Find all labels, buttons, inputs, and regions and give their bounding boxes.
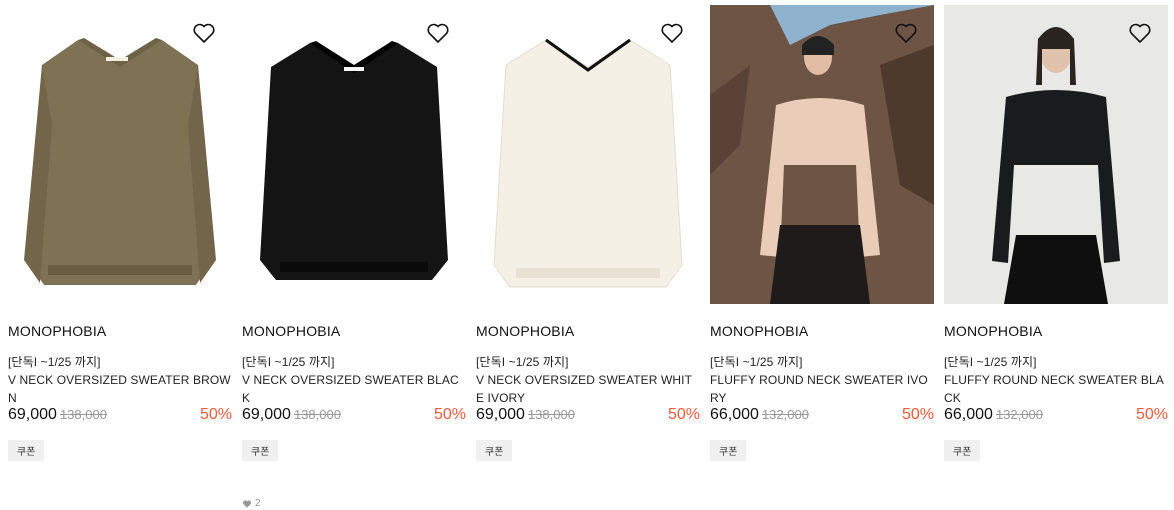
product-title[interactable]: [단독I ~1/25 까지] V NECK OVERSIZED SWEATER … — [242, 353, 466, 405]
heart-icon[interactable] — [894, 21, 918, 45]
original-price: 132,000 — [761, 407, 809, 422]
promo-tag: [단독I ~1/25 까지] — [476, 355, 569, 369]
coupon-badge: 쿠폰 — [8, 440, 45, 461]
discount-rate: 50% — [433, 406, 466, 423]
product-grid: MONOPHOBIA [단독I ~1/25 까지] V NECK OVERSIZ… — [0, 0, 1174, 509]
brand-name[interactable]: MONOPHOBIA — [476, 323, 700, 339]
like-count: 2 — [242, 498, 261, 509]
brand-name[interactable]: MONOPHOBIA — [8, 323, 232, 339]
coupon-badge: 쿠폰 — [242, 440, 279, 461]
heart-icon[interactable] — [660, 21, 684, 45]
original-price: 138,000 — [527, 407, 575, 422]
product-card[interactable]: MONOPHOBIA [단독I ~1/25 까지] V NECK OVERSIZ… — [242, 5, 466, 509]
product-name[interactable]: V NECK OVERSIZED SWEATER WHITE IVORY — [476, 373, 692, 405]
product-title[interactable]: [단독I ~1/25 까지] V NECK OVERSIZED SWEATER … — [8, 353, 232, 405]
brand-name[interactable]: MONOPHOBIA — [944, 323, 1168, 339]
sale-price: 69,000 — [476, 406, 525, 423]
product-name[interactable]: V NECK OVERSIZED SWEATER BROWN — [8, 373, 231, 405]
coupon-badge: 쿠폰 — [710, 440, 747, 461]
price-row: 69,000 138,000 50% — [476, 406, 700, 426]
like-count-value: 2 — [255, 498, 261, 509]
product-card[interactable]: MONOPHOBIA [단독I ~1/25 까지] FLUFFY ROUND N… — [710, 5, 934, 461]
discount-rate: 50% — [199, 406, 232, 423]
original-price: 138,000 — [59, 407, 107, 422]
brand-name[interactable]: MONOPHOBIA — [710, 323, 934, 339]
discount-rate: 50% — [1135, 406, 1168, 423]
sale-price: 66,000 — [710, 406, 759, 423]
product-card[interactable]: MONOPHOBIA [단독I ~1/25 까지] FLUFFY ROUND N… — [944, 5, 1168, 461]
promo-tag: [단독I ~1/25 까지] — [944, 355, 1037, 369]
coupon-badge: 쿠폰 — [476, 440, 513, 461]
promo-tag: [단독I ~1/25 까지] — [8, 355, 101, 369]
heart-icon[interactable] — [1128, 21, 1152, 45]
sale-price: 69,000 — [242, 406, 291, 423]
heart-icon[interactable] — [426, 21, 450, 45]
product-card[interactable]: MONOPHOBIA [단독I ~1/25 까지] V NECK OVERSIZ… — [476, 5, 700, 461]
price-row: 66,000 132,000 50% — [710, 406, 934, 426]
product-image[interactable] — [476, 5, 700, 304]
discount-rate: 50% — [667, 406, 700, 423]
product-name[interactable]: V NECK OVERSIZED SWEATER BLACK — [242, 373, 459, 405]
original-price: 132,000 — [995, 407, 1043, 422]
heart-icon[interactable] — [192, 21, 216, 45]
promo-tag: [단독I ~1/25 까지] — [710, 355, 803, 369]
coupon-badge: 쿠폰 — [944, 440, 981, 461]
sale-price: 66,000 — [944, 406, 993, 423]
price-row: 69,000 138,000 50% — [242, 406, 466, 426]
product-title[interactable]: [단독I ~1/25 까지] FLUFFY ROUND NECK SWEATER… — [944, 353, 1168, 405]
brand-name[interactable]: MONOPHOBIA — [242, 323, 466, 339]
sale-price: 69,000 — [8, 406, 57, 423]
product-card[interactable]: MONOPHOBIA [단독I ~1/25 까지] V NECK OVERSIZ… — [8, 5, 232, 461]
product-image[interactable] — [8, 5, 232, 304]
price-row: 66,000 132,000 50% — [944, 406, 1168, 426]
product-image[interactable] — [944, 5, 1168, 304]
discount-rate: 50% — [901, 406, 934, 423]
product-image[interactable] — [710, 5, 934, 304]
price-row: 69,000 138,000 50% — [8, 406, 232, 426]
product-name[interactable]: FLUFFY ROUND NECK SWEATER BLACK — [944, 373, 1164, 405]
product-name[interactable]: FLUFFY ROUND NECK SWEATER IVORY — [710, 373, 928, 405]
product-title[interactable]: [단독I ~1/25 까지] FLUFFY ROUND NECK SWEATER… — [710, 353, 934, 405]
product-image[interactable] — [242, 5, 466, 304]
heart-filled-icon — [242, 499, 252, 508]
promo-tag: [단독I ~1/25 까지] — [242, 355, 335, 369]
original-price: 138,000 — [293, 407, 341, 422]
product-title[interactable]: [단독I ~1/25 까지] V NECK OVERSIZED SWEATER … — [476, 353, 700, 405]
